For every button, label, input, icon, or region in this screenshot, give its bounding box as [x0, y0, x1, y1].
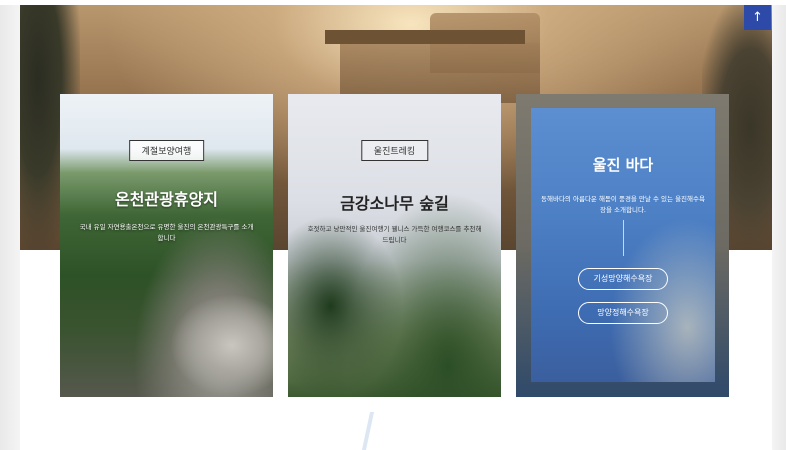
card-description: 호젓하고 낭만적인 울진여행기 웰니스 가득한 여행코스를 추천해드립니다: [307, 225, 482, 244]
card-title: 울진 바다: [592, 156, 654, 174]
card-hot-spring[interactable]: 계절보양여행 온천관광휴양지 국내 유일 자연용출온천으로 유명한 울진의 온천…: [60, 94, 273, 397]
card-description: 국내 유일 자연용출온천으로 유명한 울진의 온천관광특구를 소개합니다: [79, 223, 254, 242]
building-roof: [325, 30, 525, 44]
card-title: 온천관광휴양지: [114, 190, 219, 209]
link-button-mangyangjeong-beach[interactable]: 망양정해수욕장: [578, 302, 668, 324]
card-badge: 계절보양여행: [128, 140, 205, 161]
card-pine-forest-trail[interactable]: 울진트레킹 금강소나무 숲길 호젓하고 낭만적인 울진여행기 웰니스 가득한 여…: [288, 94, 501, 397]
card-badge: 울진트레킹: [360, 140, 429, 161]
arrow-up-icon: ↑: [752, 10, 763, 25]
card-uljin-sea[interactable]: 울진 바다 동해바다의 아름다운 해돋이 풍경을 만날 수 있는 울진해수욕장을…: [516, 94, 729, 397]
decorative-stroke: [361, 412, 375, 450]
scroll-top-button[interactable]: ↑: [744, 5, 771, 30]
page-shadow-left: [0, 5, 20, 450]
link-button-giseong-mangyang-beach[interactable]: 기성망양해수욕장: [578, 268, 668, 290]
card-description: 동해바다의 아름다운 해돋이 풍경을 만날 수 있는 울진해수욕장을 소개합니다…: [541, 195, 705, 214]
page-shadow-right: [772, 5, 786, 450]
rock-formation-image: [170, 294, 273, 397]
divider-line: [623, 220, 624, 256]
card-title: 금강소나무 숲길: [340, 194, 449, 213]
card-overlay-panel: 울진 바다 동해바다의 아름다운 해돋이 풍경을 만날 수 있는 울진해수욕장을…: [531, 108, 715, 382]
page: ↑ 계절보양여행 온천관광휴양지 국내 유일 자연용출온천으로 유명한 울진의 …: [0, 0, 786, 450]
